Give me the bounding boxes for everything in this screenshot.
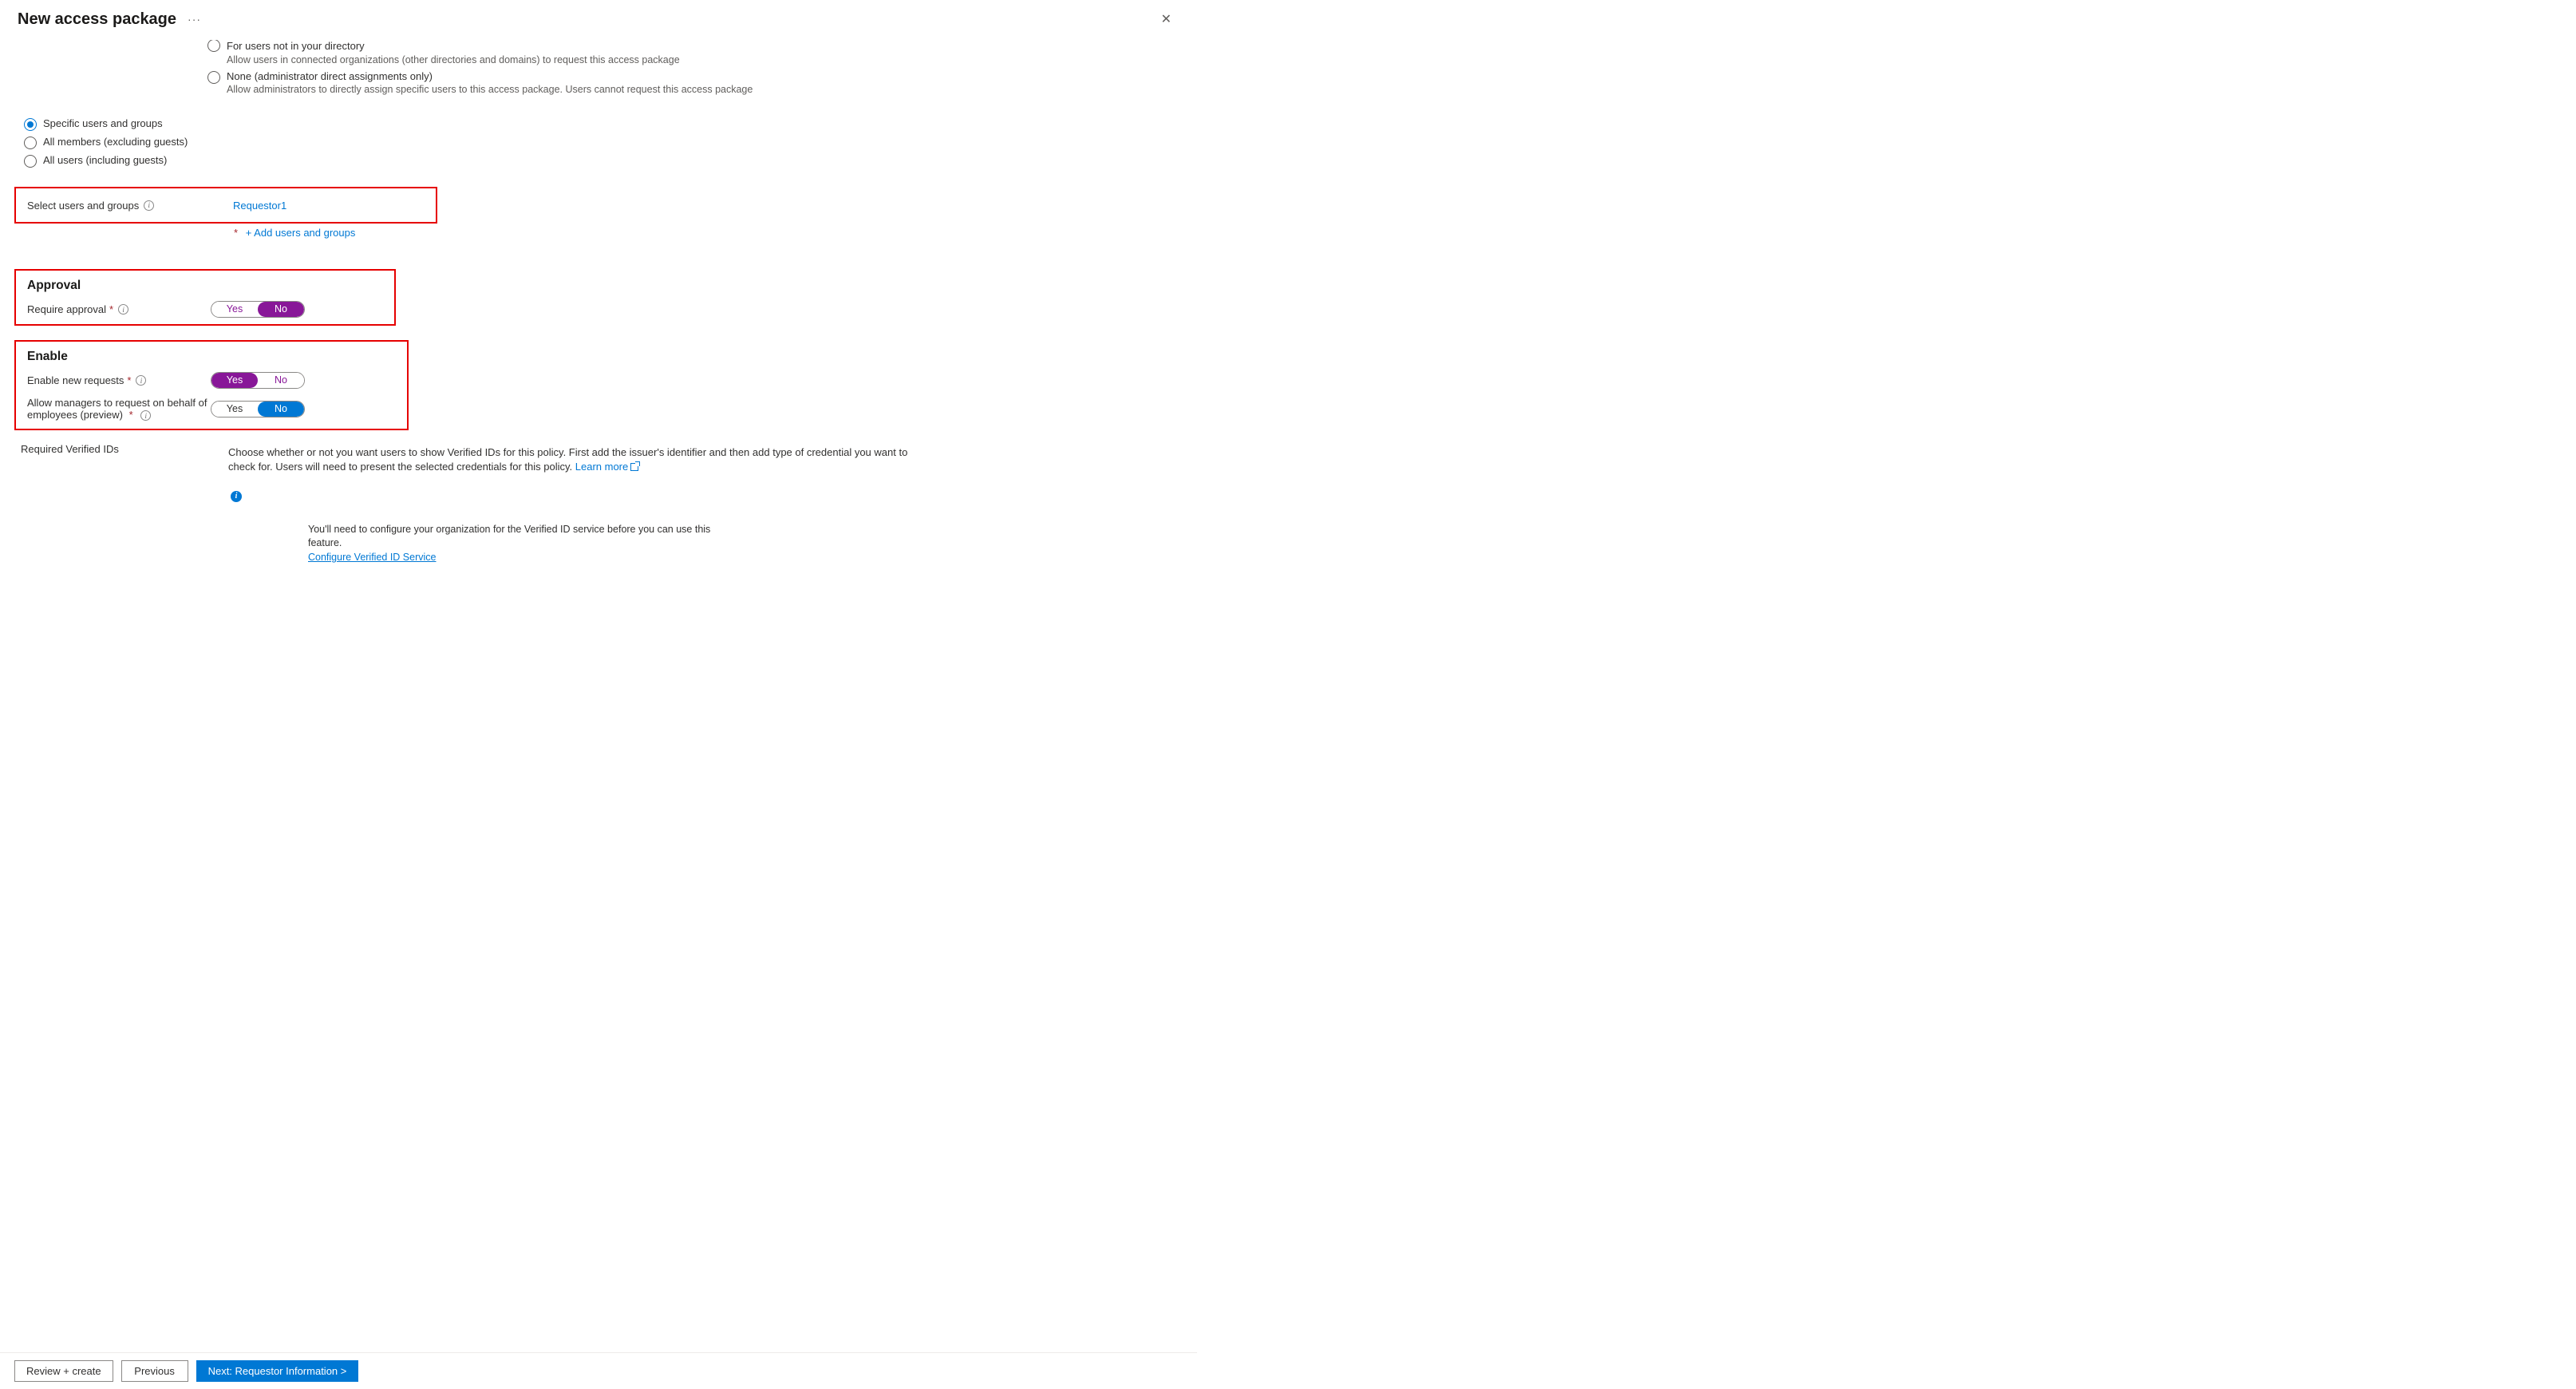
- radio-label: None (administrator direct assignments o…: [227, 70, 433, 82]
- radio-icon[interactable]: [24, 118, 37, 131]
- toggle-yes[interactable]: Yes: [211, 373, 258, 388]
- radio-label: All members (excluding guests): [43, 136, 188, 148]
- radio-icon[interactable]: [207, 71, 220, 84]
- verified-config-message: You'll need to configure your organizati…: [21, 523, 739, 565]
- previous-button[interactable]: Previous: [121, 1360, 188, 1382]
- info-icon[interactable]: i: [136, 375, 146, 386]
- toggle-no[interactable]: No: [258, 302, 304, 317]
- select-users-label: Select users and groups: [27, 200, 139, 212]
- required-asterisk: *: [234, 227, 238, 239]
- info-icon[interactable]: i: [140, 410, 151, 421]
- next-button[interactable]: Next: Requestor Information >: [196, 1360, 359, 1382]
- radio-all-users[interactable]: All users (including guests): [21, 154, 1176, 168]
- require-approval-label: Require approval: [27, 303, 106, 315]
- add-users-row: * + Add users and groups: [21, 227, 1176, 239]
- info-icon[interactable]: i: [231, 491, 242, 502]
- radio-label: All users (including guests): [43, 154, 167, 166]
- required-asterisk: *: [127, 374, 131, 386]
- radio-specific-users[interactable]: Specific users and groups: [21, 117, 1176, 131]
- add-issuer-button: ＋ Add issuer: [21, 593, 1176, 594]
- close-icon[interactable]: ✕: [1153, 8, 1179, 30]
- toggle-no[interactable]: No: [258, 402, 304, 417]
- external-link-icon: [630, 463, 638, 471]
- allow-managers-toggle[interactable]: Yes No: [211, 401, 305, 417]
- toggle-yes[interactable]: Yes: [211, 302, 258, 317]
- radio-label: Specific users and groups: [43, 117, 163, 129]
- info-icon[interactable]: i: [144, 200, 154, 211]
- toggle-no[interactable]: No: [258, 373, 304, 388]
- verified-ids-label: Required Verified IDs: [21, 443, 119, 455]
- wizard-footer: Review + create Previous Next: Requestor…: [0, 1352, 1197, 1389]
- approval-section-title: Approval: [27, 279, 383, 293]
- learn-more-link[interactable]: Learn more: [575, 461, 638, 473]
- radio-not-in-directory[interactable]: For users not in your directory Allow us…: [21, 40, 1176, 65]
- required-asterisk: *: [129, 409, 133, 421]
- enable-new-requests-label: Enable new requests: [27, 374, 124, 386]
- require-approval-toggle[interactable]: Yes No: [211, 301, 305, 318]
- highlight-approval: Approval Require approval * i Yes No: [14, 269, 396, 326]
- info-icon[interactable]: i: [118, 304, 128, 315]
- more-actions-icon[interactable]: ···: [188, 13, 201, 26]
- blade-header: New access package ··· ✕: [0, 0, 1197, 35]
- add-users-link[interactable]: + Add users and groups: [246, 227, 356, 239]
- toggle-yes[interactable]: Yes: [211, 402, 258, 417]
- required-asterisk: *: [109, 303, 113, 315]
- plus-icon: ＋: [236, 593, 249, 594]
- radio-none-admin[interactable]: None (administrator direct assignments o…: [21, 70, 1176, 95]
- verified-info-row: i: [21, 489, 1176, 502]
- configure-verified-id-link[interactable]: Configure Verified ID Service: [308, 552, 437, 563]
- radio-icon[interactable]: [24, 155, 37, 168]
- review-create-button[interactable]: Review + create: [14, 1360, 113, 1382]
- main-content: For users not in your directory Allow us…: [0, 35, 1197, 594]
- radio-icon[interactable]: [24, 137, 37, 149]
- enable-section-title: Enable: [27, 350, 396, 364]
- highlight-enable: Enable Enable new requests * i Yes No Al…: [14, 340, 409, 430]
- verified-desc-text: Choose whether or not you want users to …: [228, 446, 907, 473]
- radio-icon[interactable]: [207, 40, 220, 52]
- enable-new-requests-toggle[interactable]: Yes No: [211, 372, 305, 389]
- page-title: New access package: [18, 10, 176, 29]
- allow-managers-label: Allow managers to request on behalf of e…: [27, 397, 207, 421]
- config-message-text: You'll need to configure your organizati…: [308, 523, 739, 551]
- radio-label: For users not in your directory: [227, 40, 680, 52]
- radio-sublabel: Allow users in connected organizations (…: [227, 54, 680, 65]
- highlight-select-users: Select users and groups i Requestor1: [14, 187, 437, 224]
- radio-all-members[interactable]: All members (excluding guests): [21, 136, 1176, 149]
- selected-user-link[interactable]: Requestor1: [233, 200, 286, 212]
- radio-sublabel: Allow administrators to directly assign …: [227, 84, 753, 95]
